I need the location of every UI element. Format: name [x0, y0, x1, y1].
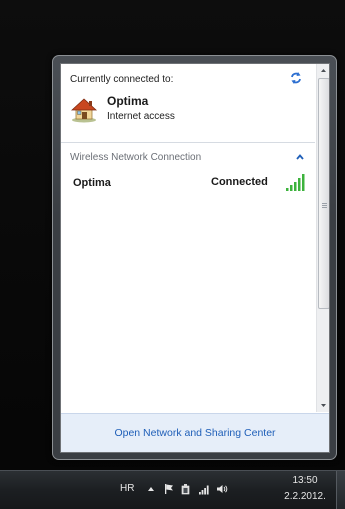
chevron-up-icon[interactable] [145, 483, 157, 495]
taskbar: HR 13:50 2.2.2012. [0, 470, 345, 509]
desktop: Currently connected to: Optima Internet … [0, 0, 345, 509]
currently-connected-label: Currently connected to: [70, 74, 174, 85]
connected-network-status: Internet access [107, 111, 175, 122]
language-indicator[interactable]: HR [120, 483, 134, 494]
volume-icon[interactable] [216, 483, 228, 495]
divider [61, 142, 315, 143]
refresh-icon[interactable] [289, 71, 303, 85]
scrollbar-thumb[interactable] [318, 78, 329, 309]
flyout-footer: Open Network and Sharing Center [61, 413, 329, 452]
connected-network-name: Optima [107, 94, 149, 108]
grip-icon [322, 203, 327, 208]
wifi-connection-status: Connected [211, 176, 268, 188]
show-desktop-button[interactable] [336, 471, 345, 509]
clock-date[interactable]: 2.2.2012. [280, 491, 330, 502]
section-wireless-header[interactable]: Wireless Network Connection [70, 152, 201, 163]
signal-strength-icon [286, 174, 305, 191]
network-signal-icon[interactable] [198, 483, 210, 495]
network-flyout-panel: Currently connected to: Optima Internet … [60, 63, 330, 453]
wifi-network-item[interactable]: Optima Connected [64, 171, 312, 195]
scroll-down-arrow-icon[interactable] [317, 399, 330, 412]
chevron-up-icon[interactable] [295, 152, 305, 162]
flag-icon[interactable] [163, 483, 175, 495]
clock-time[interactable]: 13:50 [283, 475, 327, 486]
home-network-icon [70, 98, 98, 123]
vertical-scrollbar[interactable] [316, 64, 330, 412]
open-network-sharing-center-link[interactable]: Open Network and Sharing Center [61, 427, 329, 439]
scroll-up-arrow-icon[interactable] [317, 64, 330, 77]
network-flyout: Currently connected to: Optima Internet … [52, 55, 337, 460]
wifi-network-name: Optima [73, 177, 111, 189]
battery-plug-icon[interactable] [180, 483, 192, 495]
